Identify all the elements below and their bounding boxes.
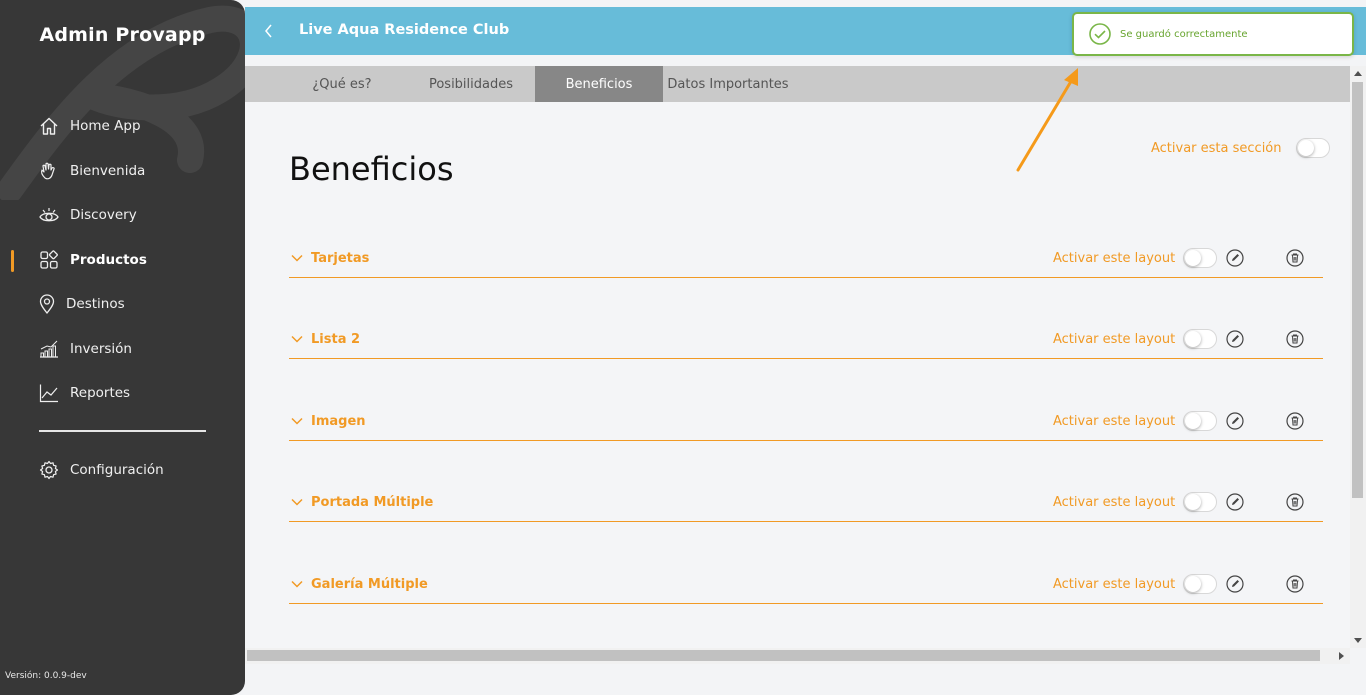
trash-icon[interactable]: [1286, 412, 1304, 430]
chevron-down-icon: [291, 580, 303, 588]
layout-activate-toggle[interactable]: [1183, 411, 1217, 431]
toggle-knob: [1185, 494, 1201, 510]
horizontal-scroll-thumb[interactable]: [247, 650, 1320, 661]
edit-pencil-icon[interactable]: [1226, 249, 1244, 267]
layout-expand-toggle[interactable]: Tarjetas: [289, 250, 369, 266]
edit-pencil-icon[interactable]: [1226, 575, 1244, 593]
chevron-down-icon: [291, 254, 303, 262]
layout-activate-label: Activar este layout: [1053, 495, 1176, 510]
layout-name: Galería Múltiple: [311, 576, 428, 592]
sidebar-item-inversion[interactable]: Inversión: [0, 327, 245, 372]
toggle-knob: [1185, 250, 1201, 266]
horizontal-scrollbar[interactable]: [245, 648, 1350, 664]
chevron-left-icon: [265, 24, 272, 38]
main-content: Beneficios Activar esta sección Tarjetas…: [245, 102, 1350, 650]
sidebar-config-section: Configuración: [0, 448, 245, 493]
vertical-scroll-thumb[interactable]: [1352, 82, 1363, 498]
chevron-down-icon: [291, 498, 303, 506]
chevron-down-icon: [291, 335, 303, 343]
toggle-knob: [1185, 413, 1201, 429]
layout-expand-toggle[interactable]: Lista 2: [289, 331, 360, 347]
location-pin-icon: [38, 293, 56, 315]
scroll-up-arrow-icon[interactable]: [1354, 71, 1362, 76]
home-icon: [38, 115, 60, 137]
sidebar-item-label: Home App: [70, 118, 141, 135]
sidebar-item-label: Reportes: [70, 385, 131, 402]
chevron-down-icon: [291, 417, 303, 425]
layout-activate-toggle[interactable]: [1183, 574, 1217, 594]
toggle-knob: [1185, 576, 1201, 592]
layout-activate-label: Activar este layout: [1053, 332, 1176, 347]
page-title: Live Aqua Residence Club: [299, 22, 510, 38]
sidebar-item-label: Bienvenida: [70, 162, 146, 179]
layout-row-tarjetas: Tarjetas Activar este layout: [289, 238, 1323, 278]
tab-datos-importantes[interactable]: Datos Importantes: [663, 66, 793, 102]
layout-name: Tarjetas: [311, 250, 370, 266]
layout-name: Lista 2: [311, 331, 361, 347]
grid-icon: [38, 249, 60, 271]
toggle-knob: [1185, 331, 1201, 347]
sidebar-item-label: Discovery: [70, 207, 137, 224]
success-toast: Se guardó correctamente: [1072, 12, 1354, 56]
sidebar-item-label: Destinos: [66, 296, 125, 313]
sidebar-item-reportes[interactable]: Reportes: [0, 371, 245, 416]
layout-row-imagen: Imagen Activar este layout: [289, 401, 1323, 441]
layout-activate-toggle[interactable]: [1183, 329, 1217, 349]
layout-activate-label: Activar este layout: [1053, 251, 1176, 266]
edit-pencil-icon[interactable]: [1226, 412, 1244, 430]
sidebar-item-configuracion[interactable]: Configuración: [0, 448, 245, 493]
sidebar-item-label: Inversión: [70, 340, 132, 357]
back-button[interactable]: [257, 19, 281, 43]
tab-posibilidades[interactable]: Posibilidades: [415, 66, 527, 102]
layout-activate-label: Activar este layout: [1053, 414, 1176, 429]
edit-pencil-icon[interactable]: [1226, 330, 1244, 348]
sidebar-item-productos[interactable]: Productos: [0, 238, 245, 283]
layout-name: Portada Múltiple: [311, 494, 434, 510]
sidebar: Admin Provapp Home App Bienvenida Discov…: [0, 0, 245, 695]
toast-message: Se guardó correctamente: [1120, 28, 1248, 40]
sidebar-nav: Home App Bienvenida Discovery Productos …: [0, 104, 245, 416]
layout-row-portada-multiple: Portada Múltiple Activar este layout: [289, 482, 1323, 522]
trash-icon[interactable]: [1286, 493, 1304, 511]
bar-chart-icon: [38, 338, 60, 360]
wave-hand-icon: [38, 160, 60, 182]
layout-expand-toggle[interactable]: Galería Múltiple: [289, 576, 428, 592]
layout-activate-toggle[interactable]: [1183, 248, 1217, 268]
trash-icon[interactable]: [1286, 249, 1304, 267]
section-activate-label: Activar esta sección: [1151, 140, 1282, 156]
sidebar-item-bienvenida[interactable]: Bienvenida: [0, 149, 245, 194]
sidebar-item-destinos[interactable]: Destinos: [0, 282, 245, 327]
gear-icon: [38, 459, 60, 481]
edit-pencil-icon[interactable]: [1226, 493, 1244, 511]
section-tabs: ¿Qué es? Posibilidades Beneficios Datos …: [245, 66, 1350, 102]
sidebar-item-label: Productos: [70, 251, 147, 268]
scroll-down-arrow-icon[interactable]: [1354, 638, 1362, 643]
layout-expand-toggle[interactable]: Imagen: [289, 413, 366, 429]
layout-row-galeria-multiple: Galería Múltiple Activar este layout: [289, 564, 1323, 604]
tab-beneficios[interactable]: Beneficios: [535, 66, 663, 102]
sidebar-divider: [39, 430, 206, 432]
trash-icon[interactable]: [1286, 330, 1304, 348]
vertical-scrollbar[interactable]: [1350, 66, 1366, 648]
sidebar-item-discovery[interactable]: Discovery: [0, 193, 245, 238]
layout-row-lista-2: Lista 2 Activar este layout: [289, 319, 1323, 359]
version-label: Versión: 0.0.9-dev: [5, 671, 87, 681]
sidebar-item-label: Configuración: [70, 462, 164, 479]
scroll-right-arrow-icon[interactable]: [1339, 652, 1344, 660]
layout-activate-label: Activar este layout: [1053, 577, 1176, 592]
section-activate-control: Activar esta sección: [1151, 138, 1330, 158]
line-chart-icon: [38, 382, 60, 404]
section-heading: Beneficios: [289, 150, 454, 188]
sidebar-item-home-app[interactable]: Home App: [0, 104, 245, 149]
check-circle-icon: [1089, 23, 1111, 45]
trash-icon[interactable]: [1286, 575, 1304, 593]
brand-title: Admin Provapp: [39, 24, 206, 46]
section-activate-toggle[interactable]: [1295, 138, 1330, 158]
tab-que-es[interactable]: ¿Qué es?: [295, 66, 389, 102]
layout-activate-toggle[interactable]: [1183, 492, 1217, 512]
toggle-knob: [1297, 140, 1314, 156]
layout-name: Imagen: [311, 413, 366, 429]
layout-expand-toggle[interactable]: Portada Múltiple: [289, 494, 433, 510]
eye-icon: [38, 204, 60, 226]
